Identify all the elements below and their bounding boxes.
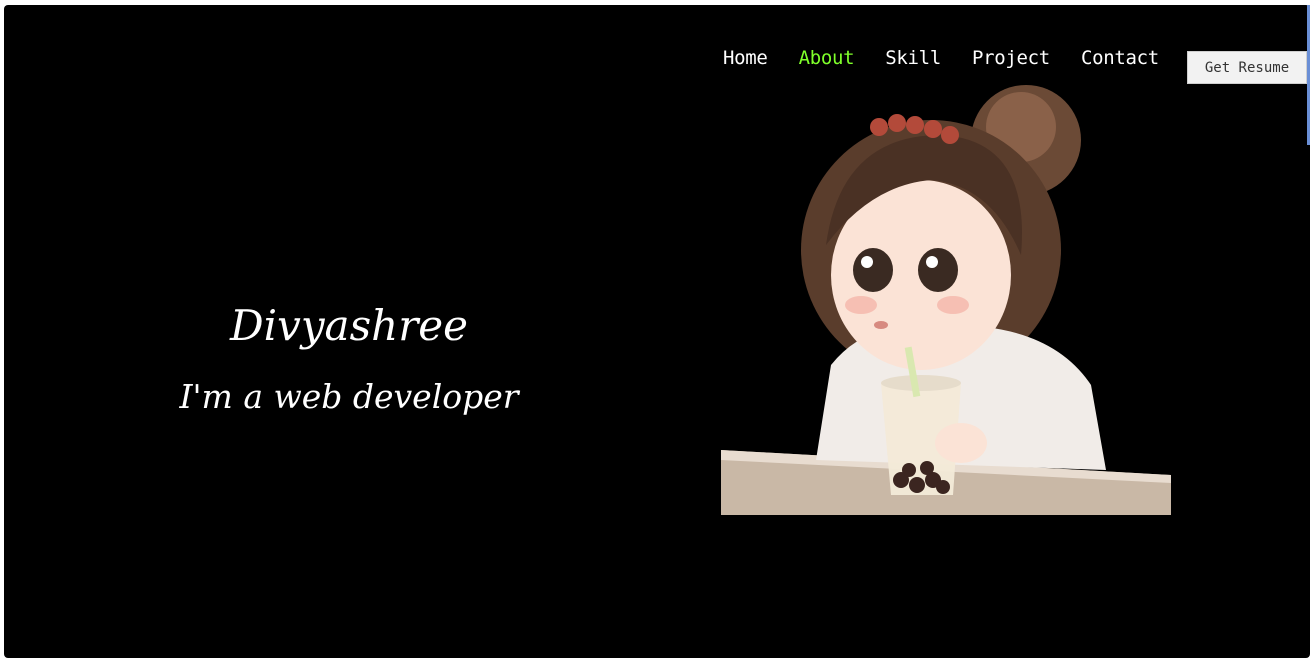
hero-subtitle: I'm a web developer <box>179 377 519 416</box>
hero-illustration <box>721 85 1171 515</box>
hero-name: Divyashree <box>230 301 468 350</box>
page-frame: Home About Skill Project Contact Get Res… <box>4 5 1310 658</box>
get-resume-button[interactable]: Get Resume <box>1187 51 1307 84</box>
